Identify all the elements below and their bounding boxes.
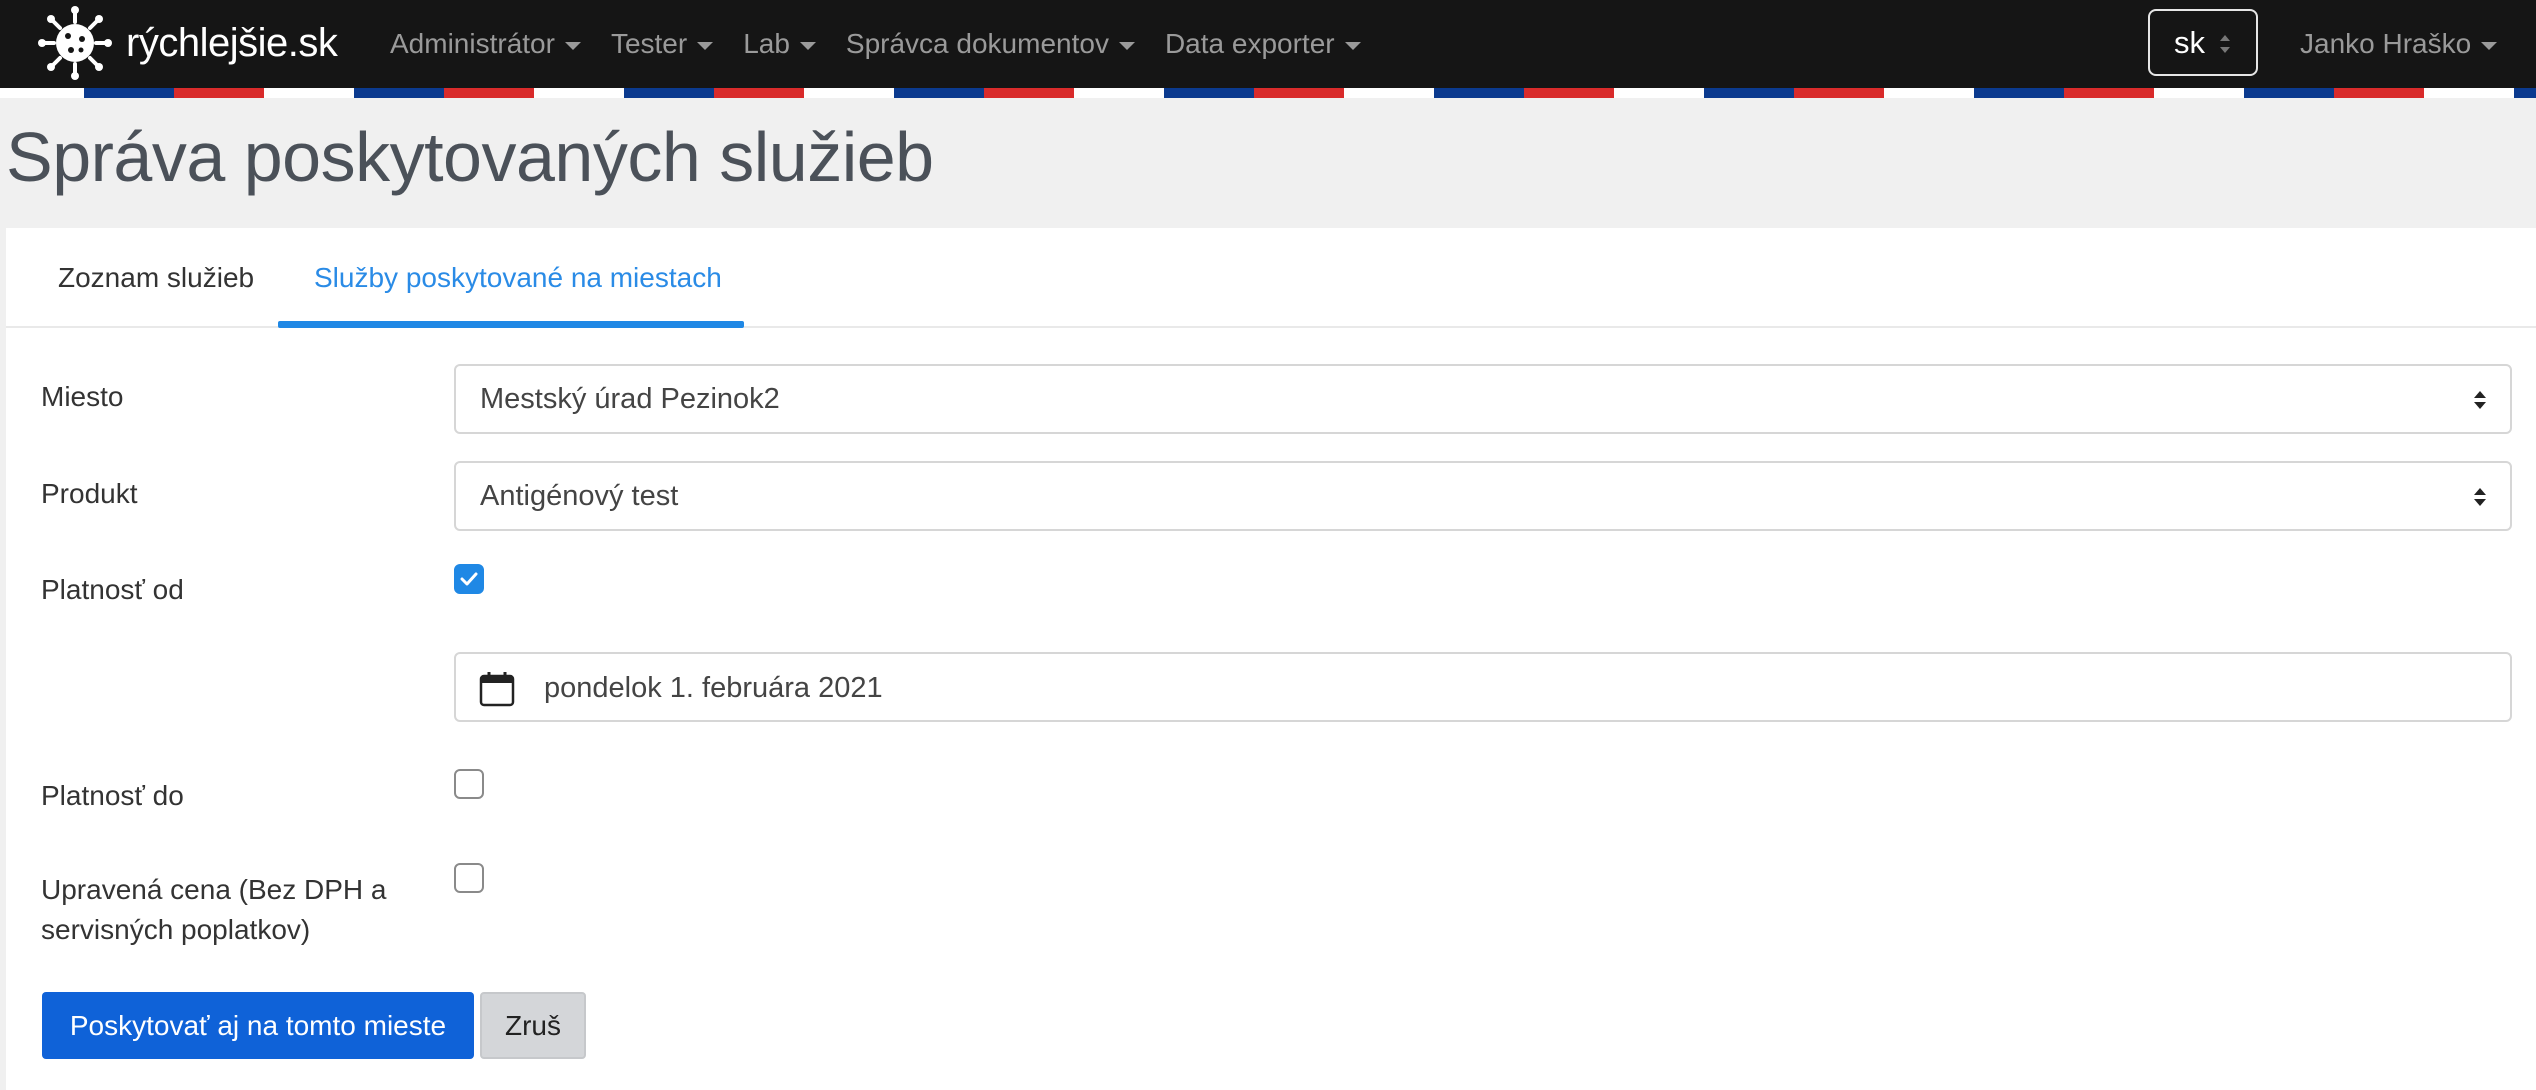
- flag-stripe-blue: [1704, 88, 1794, 98]
- adjusted-price-label-line1: Upravená cena (Bez DPH a: [41, 874, 387, 905]
- active-tab-indicator: [278, 321, 744, 328]
- flag-stripe-red: [2064, 88, 2154, 98]
- page-title: Správa poskytovaných služieb: [6, 118, 934, 196]
- flag-stripe-red: [2334, 88, 2424, 98]
- caret-down-icon: [564, 42, 581, 50]
- cancel-button[interactable]: Zruš: [480, 992, 586, 1059]
- menu-label: Správca dokumentov: [845, 28, 1109, 59]
- flag-stripe-red: [1524, 88, 1614, 98]
- tab-services-list[interactable]: Zoznam služieb: [28, 228, 284, 328]
- flag-stripe-blue: [894, 88, 984, 98]
- provide-at-place-button[interactable]: Poskytovať aj na tomto mieste: [42, 992, 474, 1059]
- sort-arrows-icon: [2474, 488, 2486, 506]
- checkmark-icon: [460, 572, 478, 586]
- caret-down-icon: [799, 42, 816, 50]
- valid-from-date-value: pondelok 1. februára 2021: [544, 672, 883, 704]
- valid-to-checkbox[interactable]: [454, 769, 484, 799]
- flag-stripe-blue: [84, 88, 174, 98]
- user-menu[interactable]: Janko Hraško: [2300, 0, 2498, 88]
- menu-administrator[interactable]: Administrátor: [390, 28, 581, 60]
- valid-from-label: Platnosť od: [41, 574, 184, 605]
- sort-arrows-icon: [2474, 391, 2486, 409]
- valid-from-date-input[interactable]: pondelok 1. februára 2021: [454, 652, 2512, 722]
- flag-stripe-red: [1794, 88, 1884, 98]
- menu-tester[interactable]: Tester: [610, 28, 714, 60]
- caret-down-icon: [697, 42, 714, 50]
- tab-services-at-places[interactable]: Služby poskytované na miestach: [284, 228, 752, 328]
- menu-label: Data exporter: [1164, 28, 1335, 59]
- flag-stripe-red: [714, 88, 804, 98]
- brand-name: rýchlejšie.sk: [126, 20, 338, 65]
- flag-stripe-blue: [2514, 88, 2536, 98]
- sort-arrows-icon: [2220, 35, 2230, 53]
- tab-bar: Zoznam služieb Služby poskytované na mie…: [6, 228, 2536, 328]
- main-menu: Administrátor Tester Lab Správca dokumen…: [390, 0, 1391, 88]
- place-value: Mestský úrad Pezinok2: [480, 382, 780, 415]
- flag-stripe-blue: [1434, 88, 1524, 98]
- flag-stripe-blue: [1164, 88, 1254, 98]
- caret-down-icon: [2481, 42, 2498, 50]
- menu-label: Administrátor: [390, 28, 555, 59]
- adjusted-price-label: Upravená cena (Bez DPH a servisných popl…: [41, 870, 387, 950]
- caret-down-icon: [1118, 42, 1135, 50]
- menu-lab[interactable]: Lab: [743, 28, 816, 60]
- caret-down-icon: [1344, 42, 1361, 50]
- flag-stripe-red: [174, 88, 264, 98]
- flag-stripe-red: [984, 88, 1074, 98]
- valid-from-checkbox[interactable]: [454, 564, 484, 594]
- adjusted-price-checkbox[interactable]: [454, 863, 484, 893]
- language-value: sk: [2174, 24, 2205, 60]
- product-value: Antigénový test: [480, 479, 679, 512]
- adjusted-price-label-line2: servisných poplatkov): [41, 914, 311, 945]
- flag-stripe-blue: [2244, 88, 2334, 98]
- flag-stripe-red: [1254, 88, 1344, 98]
- place-select[interactable]: Mestský úrad Pezinok2: [454, 364, 2512, 434]
- flag-stripe-blue: [354, 88, 444, 98]
- menu-data-exporter[interactable]: Data exporter: [1165, 28, 1361, 60]
- flag-stripe-blue: [624, 88, 714, 98]
- flag-stripes: [0, 88, 2536, 98]
- product-select[interactable]: Antigénový test: [454, 461, 2512, 531]
- virus-logo-icon: [38, 6, 112, 80]
- place-label: Miesto: [41, 381, 124, 412]
- flag-stripe-red: [444, 88, 534, 98]
- user-name: Janko Hraško: [2300, 28, 2472, 59]
- valid-to-label: Platnosť do: [41, 780, 184, 811]
- menu-label: Tester: [610, 28, 688, 59]
- menu-document-manager[interactable]: Správca dokumentov: [846, 28, 1135, 60]
- language-select[interactable]: sk: [2148, 9, 2258, 76]
- brand[interactable]: rýchlejšie.sk: [38, 6, 338, 80]
- services-card: Zoznam služieb Služby poskytované na mie…: [6, 228, 2536, 1090]
- calendar-icon: [479, 672, 515, 707]
- top-navbar: rýchlejšie.sk Administrátor Tester Lab S…: [0, 0, 2536, 88]
- menu-label: Lab: [743, 28, 790, 59]
- product-label: Produkt: [41, 478, 138, 509]
- flag-stripe-blue: [1974, 88, 2064, 98]
